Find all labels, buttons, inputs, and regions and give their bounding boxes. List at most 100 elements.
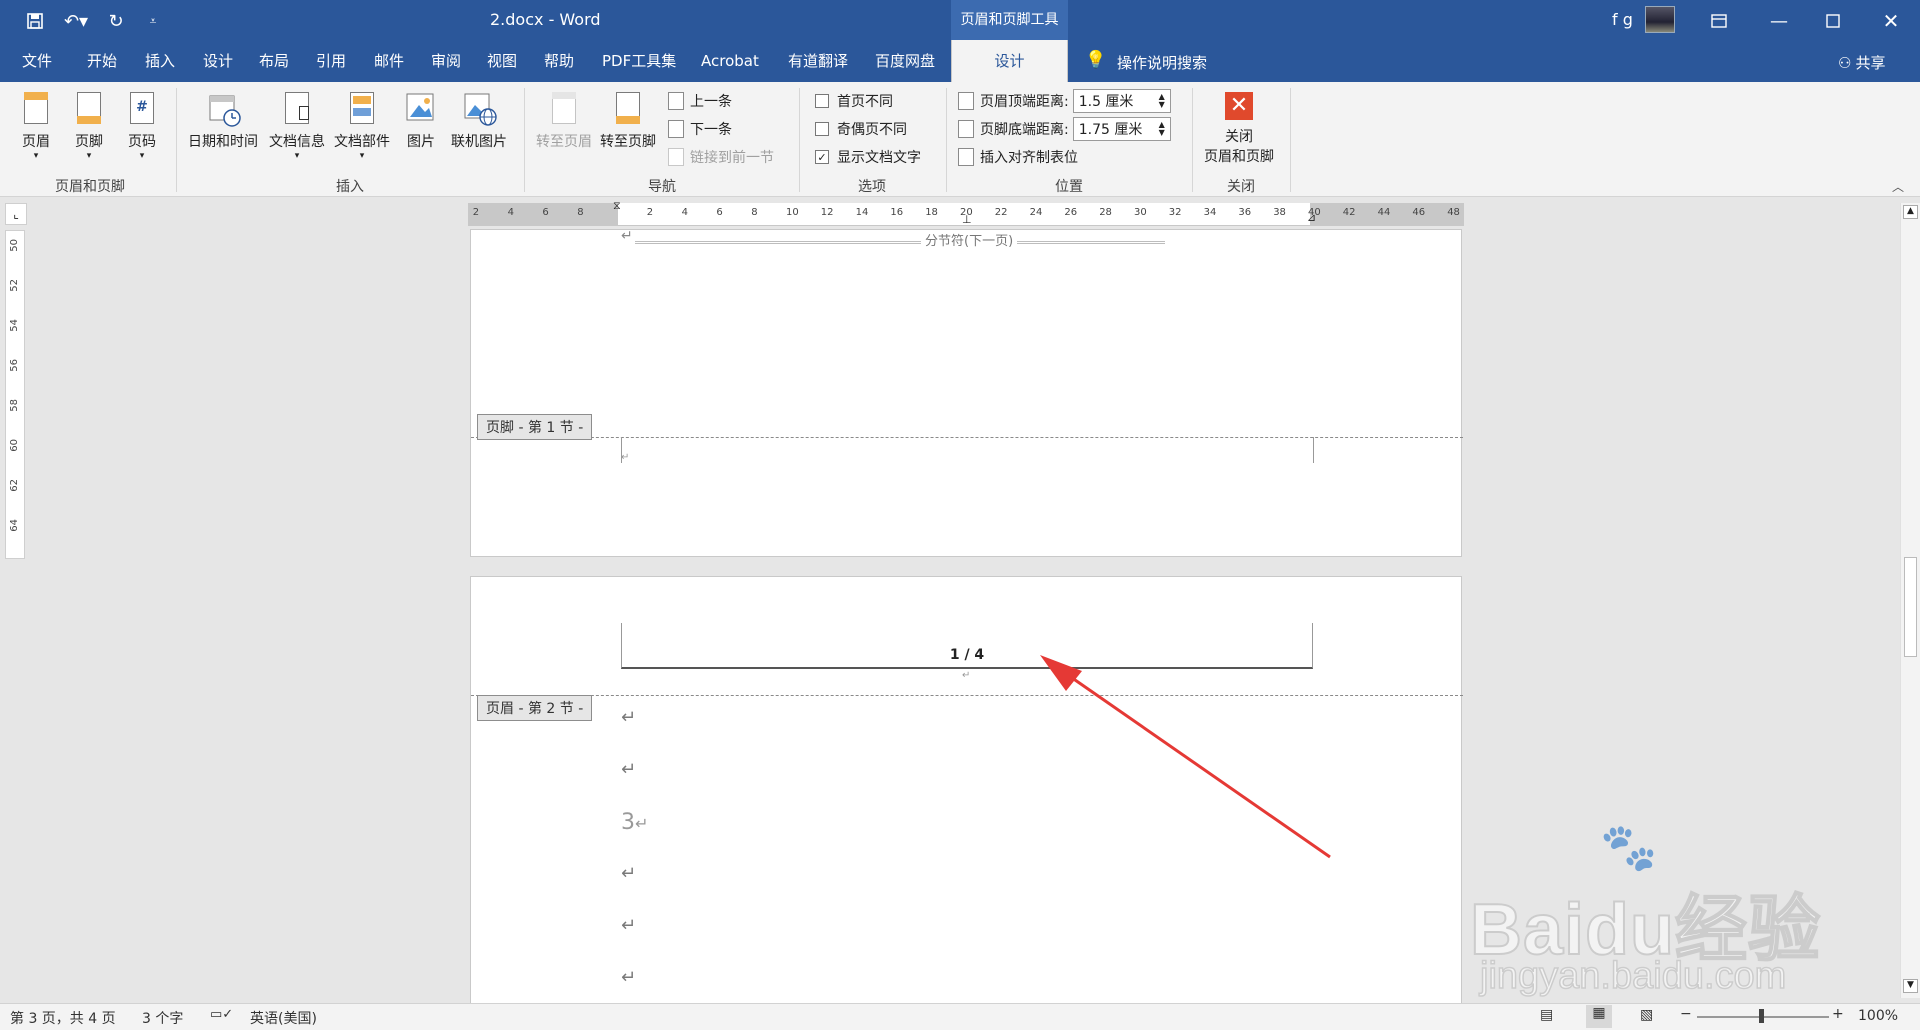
goto-footer-button[interactable]: 转至页脚 [600,90,656,151]
redo-icon[interactable]: ↻ [103,8,129,34]
tab-pdf-tools[interactable]: PDF工具集 [590,40,688,82]
insert-alignment-tab-button[interactable]: 插入对齐制表位 [958,144,1171,170]
tab-view[interactable]: 视图 [475,40,529,82]
scroll-up-icon[interactable]: ▲ [1903,205,1918,219]
body-text-line[interactable]: 3↵ [621,810,648,835]
page-number-button[interactable]: # 页码 ▾ [126,90,158,161]
tab-layout[interactable]: 布局 [247,40,301,82]
close-header-footer-button[interactable]: ✕ 关闭 页眉和页脚 [1204,92,1274,166]
tab-help[interactable]: 帮助 [532,40,586,82]
ruler-tick-label: 60 [9,439,20,452]
show-document-text-checkbox[interactable]: ✓ 显示文档文字 [815,144,921,170]
tab-selector[interactable]: ⌞ [5,203,27,225]
ruler-tick-label: 8 [751,207,758,218]
language-indicator[interactable]: 英语(美国) [250,1008,317,1028]
maximize-icon[interactable] [1820,8,1846,34]
paragraph-mark: ↵ [621,967,637,988]
paragraph-mark: ↵ [621,228,633,244]
header-top-distance-input[interactable]: 1.5 厘米 ▲ ▼ [1072,89,1171,113]
page-1[interactable]: ↵ 分节符(下一页) 页脚 - 第 1 节 - ↵ [470,228,1463,557]
web-layout-icon[interactable]: ▧ [1640,1007,1653,1023]
tab-design[interactable]: 设计 [191,40,245,82]
footer-button[interactable]: 页脚 ▾ [73,90,105,161]
goto-header-icon [548,90,580,128]
ruler-tick-label: 64 [9,519,20,532]
spinner-arrows-icon[interactable]: ▲ ▼ [1159,121,1165,137]
goto-footer-label: 转至页脚 [600,134,656,150]
customize-quick-access-icon[interactable]: ⩡ [140,8,166,34]
horizontal-ruler[interactable]: ⧖ ⊿ ⊥ 8 6 4 2 2 4 6 8 10 12 14 16 18 20 22 24 26 28 30 32 34… [468,199,1464,226]
ruler-tick-label: 56 [9,359,20,372]
picture-button[interactable]: 图片 [405,90,437,151]
collapse-ribbon-icon[interactable]: ︿ [1892,178,1904,195]
tab-header-footer-design[interactable]: 设计 [951,40,1068,82]
online-pictures-button[interactable]: 联机图片 [451,90,507,151]
user-name[interactable]: f g [1612,10,1633,29]
quick-parts-label: 文档部件 [334,134,390,150]
group-divider [946,88,947,192]
annotation-arrow [1040,655,1331,859]
alignment-tab-icon [958,148,974,166]
date-time-button[interactable]: 日期和时间 [188,90,258,151]
tab-home[interactable]: 开始 [75,40,129,82]
tab-acrobat[interactable]: Acrobat [689,40,771,82]
watermark-url: jingyan.baidu.com [1479,954,1787,998]
previous-button[interactable]: 上一条 [668,88,774,114]
page-indicator[interactable]: 第 3 页，共 4 页 [10,1008,116,1028]
document-info-button[interactable]: 文档信息 ▾ [269,90,325,161]
quick-parts-button[interactable]: 文档部件 ▾ [334,90,390,161]
zoom-slider-thumb[interactable] [1759,1009,1764,1023]
link-to-previous-button[interactable]: 链接到前一节 [668,144,774,170]
goto-footer-icon [612,90,644,128]
close-window-icon[interactable]: ✕ [1878,8,1904,34]
ribbon-display-options-icon[interactable] [1706,8,1732,34]
word-count[interactable]: 3 个字 [142,1008,183,1028]
scroll-thumb[interactable] [1904,557,1917,657]
tab-mailings[interactable]: 邮件 [362,40,416,82]
tab-references[interactable]: 引用 [304,40,358,82]
avatar[interactable] [1645,6,1675,33]
minimize-icon[interactable]: — [1766,8,1792,34]
goto-header-button[interactable]: 转至页眉 [536,90,592,151]
footer-bottom-distance-input[interactable]: 1.75 厘米 ▲ ▼ [1072,117,1171,141]
paw-logo-icon: 🐾 [1600,820,1658,874]
zoom-out-icon[interactable]: − [1680,1006,1692,1022]
group-label-navigation: 导航 [648,179,676,195]
share-button[interactable]: ⚇ 共享 [1838,52,1885,73]
paragraph-mark: ↵ [621,707,637,728]
ruler-tick-label: 32 [1168,207,1182,218]
close-x-icon: ✕ [1225,92,1253,120]
document-info-icon [281,90,313,128]
close-label-line1: 关闭 [1225,129,1253,145]
spinner-arrows-icon[interactable]: ▲ ▼ [1159,93,1165,109]
undo-icon[interactable]: ↶▾ [58,8,94,34]
link-to-previous-label: 链接到前一节 [690,150,774,166]
indent-marker-icon[interactable]: ⧖ [613,199,621,213]
tab-youdao[interactable]: 有道翻译 [776,40,860,82]
header-label: 页眉 [22,134,50,150]
print-layout-icon[interactable]: ▦ [1586,1005,1612,1028]
tab-review[interactable]: 审阅 [419,40,473,82]
ruler-tick-label: 2 [646,207,654,218]
save-icon[interactable] [22,8,48,34]
zoom-in-icon[interactable]: + [1832,1006,1844,1022]
zoom-level[interactable]: 100% [1858,1008,1898,1024]
different-odd-even-checkbox[interactable]: 奇偶页不同 [815,116,921,142]
different-first-page-checkbox[interactable]: 首页不同 [815,88,921,114]
proofing-icon[interactable]: ▭✓ [210,1007,233,1022]
tab-file[interactable]: 文件 [10,40,64,82]
tell-me-search[interactable]: 操作说明搜索 [1117,52,1207,73]
tab-baidu-netdisk[interactable]: 百度网盘 [863,40,947,82]
tab-insert[interactable]: 插入 [133,40,187,82]
vertical-ruler[interactable]: 50 52 54 56 58 60 62 64 [5,230,25,559]
ruler-tick-label: 42 [1342,207,1356,218]
next-button[interactable]: 下一条 [668,116,774,142]
ruler-tick-label: 46 [1412,207,1426,218]
read-mode-icon[interactable]: ▤ [1540,1007,1553,1023]
footer-bottom-distance-label: 页脚底端距离: [980,122,1069,138]
scroll-down-icon[interactable]: ▼ [1903,979,1918,993]
header-button[interactable]: 页眉 ▾ [20,90,52,161]
section-break-line [635,241,1165,244]
vertical-scrollbar[interactable]: ▲ ▼ [1900,203,1920,998]
goto-header-label: 转至页眉 [536,134,592,150]
